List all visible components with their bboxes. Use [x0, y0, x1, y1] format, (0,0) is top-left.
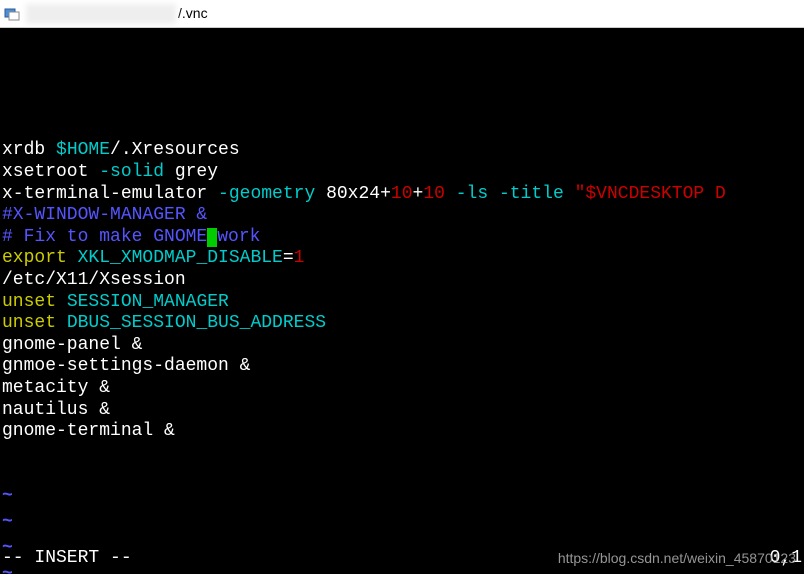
app-icon: [4, 6, 20, 22]
code-line[interactable]: x-terminal-emulator -geometry 80x24+10+1…: [2, 184, 804, 206]
code-token: /etc/X11/Xsession: [2, 270, 186, 290]
code-token: x-terminal-emulator: [2, 184, 218, 204]
code-line[interactable]: # Fix to make GNOME work: [2, 227, 804, 249]
empty-line-tilde: ~: [2, 486, 804, 512]
code-line[interactable]: #X-WINDOW-MANAGER &: [2, 205, 804, 227]
code-line[interactable]: metacity &: [2, 378, 804, 400]
code-token: "$VNCDESKTOP D: [575, 184, 726, 204]
terminal-editor[interactable]: xrdb $HOME/.Xresourcesxsetroot -solid gr…: [0, 28, 804, 574]
code-token: xsetroot: [2, 162, 99, 182]
editor-top-gap: [2, 73, 804, 97]
window-title-path: /.vnc: [178, 3, 208, 25]
watermark-text: https://blog.csdn.net/weixin_45870123: [558, 548, 796, 570]
code-token: =: [283, 248, 294, 268]
editor-content[interactable]: xrdb $HOME/.Xresourcesxsetroot -solid gr…: [2, 140, 804, 442]
code-token: #X-WINDOW-MANAGER &: [2, 205, 207, 225]
code-token: $HOME: [56, 140, 110, 160]
code-token: [445, 184, 456, 204]
code-token: SESSION_MANAGER: [67, 292, 229, 312]
code-token: -title: [499, 184, 564, 204]
code-line[interactable]: gnome-terminal &: [2, 421, 804, 443]
code-token: work: [217, 227, 260, 247]
code-token: -geometry: [218, 184, 315, 204]
editor-mode-indicator: -- INSERT --: [2, 548, 132, 570]
code-line[interactable]: xrdb $HOME/.Xresources: [2, 140, 804, 162]
code-token: [67, 248, 78, 268]
code-token: 10: [423, 184, 445, 204]
code-token: [564, 184, 575, 204]
code-token: gnmoe-settings-daemon &: [2, 356, 250, 376]
code-token: metacity &: [2, 378, 110, 398]
code-token: [488, 184, 499, 204]
code-token: nautilus &: [2, 400, 110, 420]
code-token: xrdb: [2, 140, 56, 160]
code-token: 1: [294, 248, 305, 268]
code-token: export: [2, 248, 67, 268]
code-token: XKL_XMODMAP_DISABLE: [78, 248, 283, 268]
code-line[interactable]: unset DBUS_SESSION_BUS_ADDRESS: [2, 313, 804, 335]
code-line[interactable]: nautilus &: [2, 400, 804, 422]
code-line[interactable]: gnmoe-settings-daemon &: [2, 356, 804, 378]
code-token: gnome-panel &: [2, 335, 142, 355]
code-token: +: [413, 184, 424, 204]
code-token: -ls: [456, 184, 488, 204]
text-cursor: [207, 228, 217, 247]
code-line[interactable]: export XKL_XMODMAP_DISABLE=1: [2, 248, 804, 270]
code-token: 10: [391, 184, 413, 204]
code-token: # Fix to make GNOME: [2, 227, 207, 247]
code-token: -solid: [99, 162, 164, 182]
code-token: [56, 313, 67, 333]
code-token: unset: [2, 313, 56, 333]
code-token: [56, 292, 67, 312]
code-token: /.Xresources: [110, 140, 240, 160]
title-obscured: [26, 4, 176, 24]
code-line[interactable]: unset SESSION_MANAGER: [2, 292, 804, 314]
code-line[interactable]: xsetroot -solid grey: [2, 162, 804, 184]
code-line[interactable]: /etc/X11/Xsession: [2, 270, 804, 292]
window-titlebar: /.vnc: [0, 0, 804, 28]
code-line[interactable]: gnome-panel &: [2, 335, 804, 357]
code-token: gnome-terminal &: [2, 421, 175, 441]
code-token: grey: [164, 162, 218, 182]
code-token: unset: [2, 292, 56, 312]
empty-line-tilde: ~: [2, 512, 804, 538]
code-token: DBUS_SESSION_BUS_ADDRESS: [67, 313, 326, 333]
code-token: 80x24+: [315, 184, 391, 204]
